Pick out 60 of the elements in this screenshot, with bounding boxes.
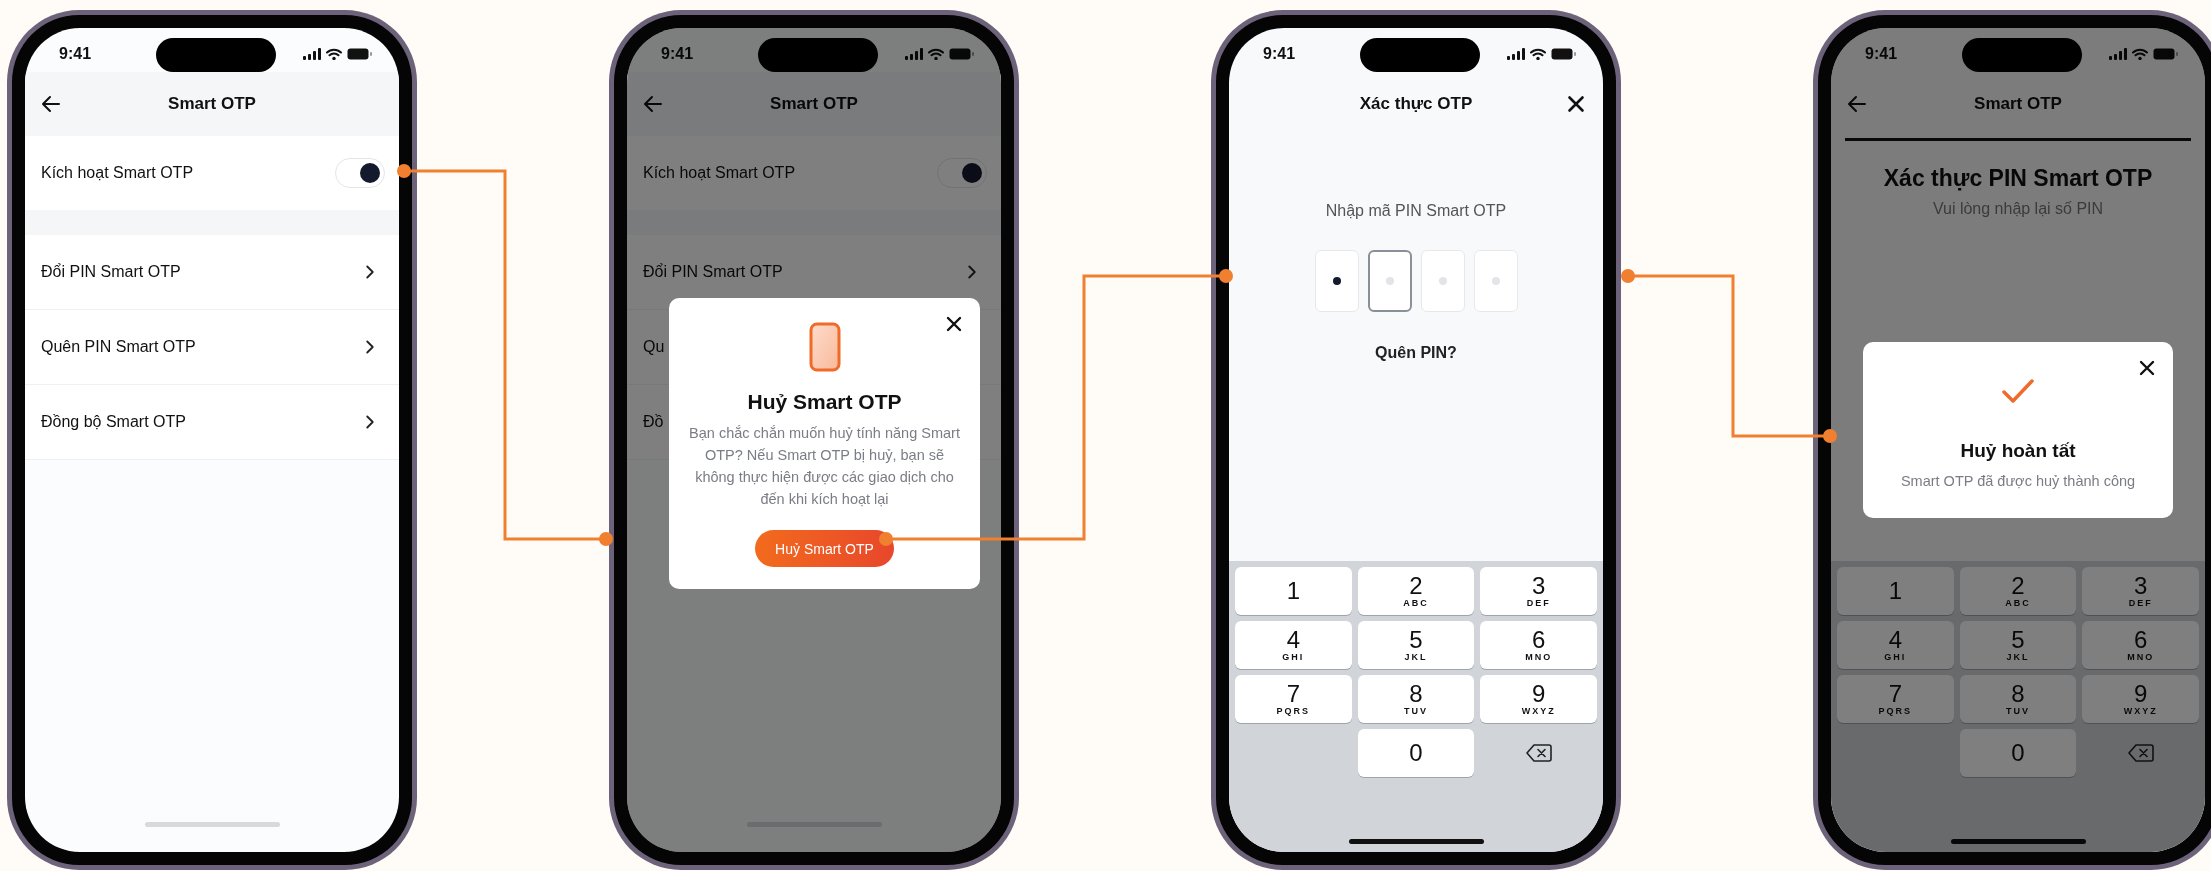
page-heading: Xác thực PIN Smart OTP: [1882, 165, 2154, 192]
signal-icon: [904, 48, 923, 60]
toggle-switch[interactable]: [937, 158, 987, 188]
menu-item[interactable]: Đổi PIN Smart OTP: [25, 235, 399, 310]
keypad-key[interactable]: 2 ABC: [1959, 567, 2077, 615]
wifi-icon: [326, 48, 342, 60]
smartphone-icon: [808, 322, 841, 372]
keypad-key[interactable]: 6 MNO: [2082, 621, 2199, 669]
dialog-message: Smart OTP đã được huỷ thành công: [1900, 472, 2136, 491]
dialog-title: Huỷ hoàn tất: [1960, 440, 2076, 462]
battery-icon: [949, 48, 975, 60]
menu-item[interactable]: Quên PIN Smart OTP: [25, 310, 399, 385]
keypad-key[interactable]: 0: [1357, 729, 1475, 777]
backspace-icon: [1525, 742, 1552, 764]
keypad-key[interactable]: 3 DEF: [2082, 567, 2199, 615]
status-time: 9:41: [59, 45, 93, 63]
screen-title: Smart OTP: [769, 94, 859, 114]
wifi-icon: [928, 48, 944, 60]
keypad-key[interactable]: 9 WXYZ: [1480, 675, 1597, 723]
status-time: 9:41: [1865, 45, 1899, 63]
forgot-pin-link[interactable]: Quên PIN?: [1375, 344, 1457, 362]
keypad-key[interactable]: 8 TUV: [1357, 675, 1475, 723]
dialog-title: Huỷ Smart OTP: [747, 390, 902, 414]
keypad-key[interactable]: 0: [1959, 729, 2077, 777]
battery-icon: [347, 48, 373, 60]
signal-icon: [1506, 48, 1525, 60]
status-time: 9:41: [661, 45, 695, 63]
keypad-key[interactable]: 4 GHI: [1235, 621, 1352, 669]
menu-item[interactable]: Đồng bộ Smart OTP: [25, 385, 399, 460]
toggle-switch[interactable]: [335, 158, 385, 188]
keypad-key[interactable]: 3 DEF: [1480, 567, 1597, 615]
dialog-message: Bạn chắc chắn muốn huỷ tính năng Smart OTP? Nếu Smart OTP bị huỷ, bạn sẽ không thực hiện được các giao dịch cho đến khi kích hoạt lại: [689, 424, 960, 509]
screen-title: Xác thực OTP: [1358, 94, 1474, 114]
keypad-key[interactable]: 1: [1837, 567, 1954, 615]
keypad-key[interactable]: 9 WXYZ: [2082, 675, 2199, 723]
keypad-key[interactable]: 5 JKL: [1959, 621, 2077, 669]
signal-icon: [302, 48, 321, 60]
wifi-icon: [2132, 48, 2148, 60]
pin-box[interactable]: [1367, 250, 1412, 312]
battery-icon: [1551, 48, 1577, 60]
keypad-key[interactable]: 2 ABC: [1357, 567, 1475, 615]
keypad-key[interactable]: 7 PQRS: [1235, 675, 1352, 723]
page-subtitle: Vui lòng nhập lại số PIN: [1931, 200, 2105, 218]
keypad-key[interactable]: 8 TUV: [1959, 675, 2077, 723]
setting-label: Kích hoạt Smart OTP: [41, 164, 194, 182]
keypad-key[interactable]: 4 GHI: [1837, 621, 1954, 669]
keypad-key[interactable]: 7 PQRS: [1837, 675, 1954, 723]
battery-icon: [2153, 48, 2179, 60]
checkmark-icon: [2000, 376, 2036, 406]
screen-title: Smart OTP: [167, 94, 257, 114]
backspace-icon: [2127, 742, 2154, 764]
keypad-key[interactable]: 1: [1235, 567, 1352, 615]
signal-icon: [2108, 48, 2127, 60]
keypad-key[interactable]: 5 JKL: [1357, 621, 1475, 669]
wifi-icon: [1530, 48, 1546, 60]
status-time: 9:41: [1263, 45, 1297, 63]
screen-title: Smart OTP: [1973, 94, 2063, 114]
setting-label: Kích hoạt Smart OTP: [643, 164, 796, 182]
keypad-key[interactable]: 6 MNO: [1480, 621, 1597, 669]
pin-prompt: Nhập mã PIN Smart OTP: [1324, 202, 1508, 220]
